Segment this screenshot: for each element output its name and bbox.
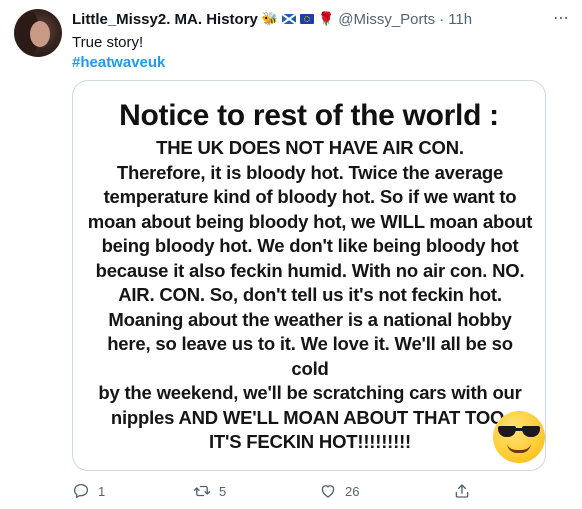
retweet-count: 5 — [219, 483, 227, 499]
action-bar: 1 5 26 — [0, 482, 582, 504]
reply-button[interactable]: 1 — [72, 482, 105, 500]
notice-line: moan about being bloody hot, we WILL moa… — [87, 210, 533, 232]
heart-icon — [321, 485, 335, 498]
tweet-header: Little_Missy2. MA. History 🐝 🌹 @Missy_Po… — [72, 9, 472, 29]
like-count: 26 — [345, 483, 360, 499]
tweet-image[interactable]: Notice to rest of the world : THE UK DOE… — [72, 80, 546, 471]
retweet-button[interactable]: 5 — [193, 482, 226, 500]
timestamp[interactable]: 11h — [448, 11, 472, 28]
sunglasses-face-icon — [493, 411, 545, 463]
notice-line: Moaning about the weather is a national … — [108, 308, 512, 330]
more-options-icon[interactable]: ⋯ — [553, 8, 570, 28]
notice-line: Therefore, it is bloody hot. Twice the a… — [116, 161, 504, 183]
reply-count: 1 — [98, 483, 106, 499]
eu-flag-icon — [300, 14, 315, 24]
separator-dot: · — [439, 10, 445, 28]
lens-right — [522, 426, 540, 437]
notice-line: because it also feckin humid. With no ai… — [95, 259, 525, 281]
user-handle[interactable]: @Missy_Ports — [338, 11, 435, 28]
notice-body: THE UK DOES NOT HAVE AIR CON. Therefore,… — [87, 136, 533, 455]
avatar-face — [30, 21, 50, 47]
notice-line: by the weekend, we'll be scratching cars… — [98, 382, 522, 403]
retweet-icon — [193, 485, 211, 497]
rose-icon: 🌹 — [318, 11, 335, 26]
notice-title: Notice to rest of the world : — [119, 99, 499, 132]
share-button[interactable] — [453, 482, 479, 500]
display-name[interactable]: Little_Missy2. MA. History — [72, 11, 258, 28]
notice-line: nipples AND WE'LL MOAN ABOUT THAT TOO. — [110, 406, 510, 428]
notice-line: here, so leave us to it. We love it. We'… — [107, 333, 513, 379]
tweet[interactable]: Little_Missy2. MA. History 🐝 🌹 @Missy_Po… — [0, 0, 582, 509]
scotland-flag-icon — [282, 14, 297, 24]
like-button[interactable]: 26 — [319, 482, 359, 500]
notice-line: temperature kind of bloody hot. So if we… — [103, 186, 517, 207]
avatar[interactable] — [14, 9, 62, 57]
hashtag-link[interactable]: #heatwaveuk — [72, 53, 165, 73]
sunglasses — [498, 426, 540, 438]
notice-line: THE UK DOES NOT HAVE AIR CON. — [156, 137, 464, 158]
notice-line: AIR. CON. So, don't tell us it's not fec… — [118, 284, 502, 305]
notice-line: being bloody hot. We don't like being bl… — [101, 235, 519, 256]
bee-icon: 🐝 — [261, 11, 279, 26]
smile — [507, 443, 531, 453]
reply-icon — [73, 483, 89, 499]
tweet-text: True story! — [72, 34, 144, 51]
notice-line: IT'S FECKIN HOT!!!!!!!!! — [208, 431, 411, 452]
share-icon — [455, 484, 469, 498]
